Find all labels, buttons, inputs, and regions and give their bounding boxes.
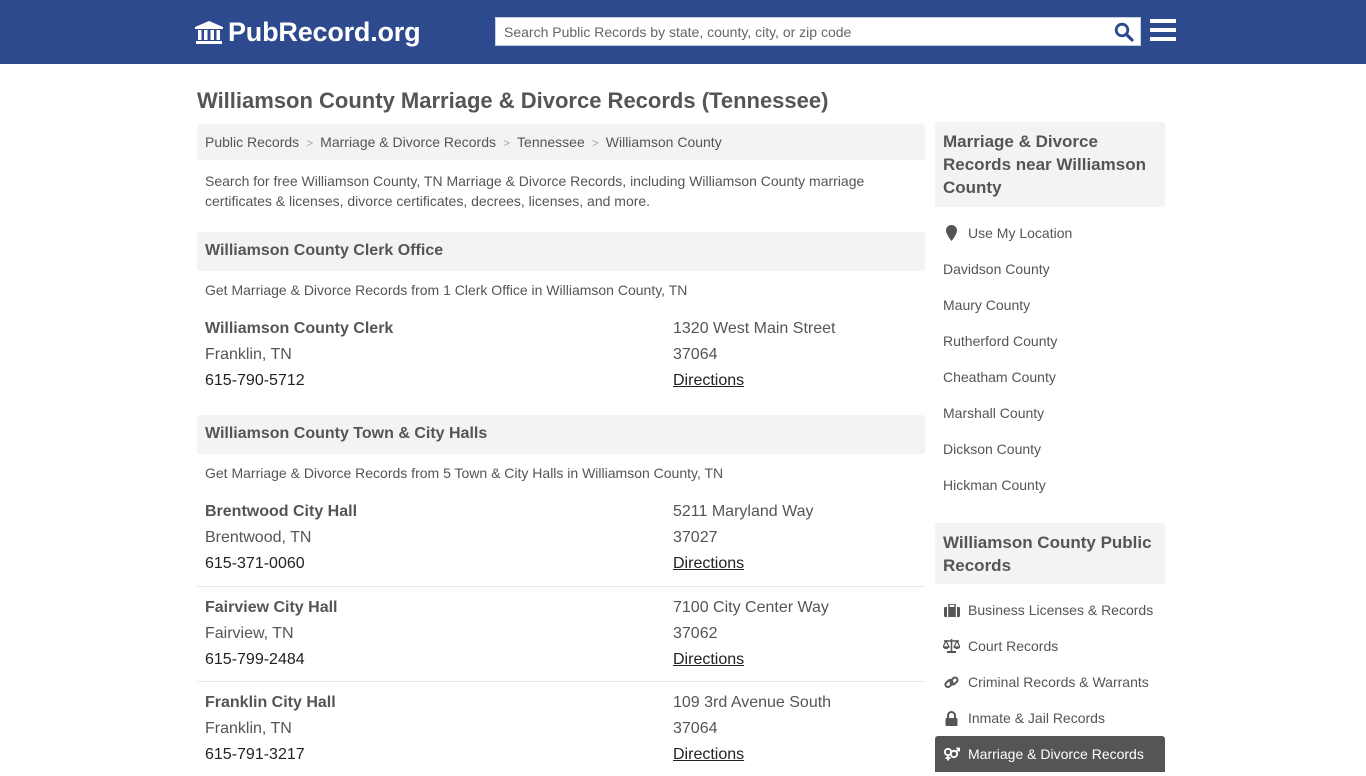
section-subtitle: Get Marriage & Divorce Records from 5 To… bbox=[205, 465, 724, 481]
sidebar-nearby-header: Marriage & Divorce Records near Williams… bbox=[935, 122, 1165, 207]
section-subtitle: Get Marriage & Divorce Records from 1 Cl… bbox=[205, 282, 688, 298]
office-listing: Brentwood City Hall Brentwood, TN 615-37… bbox=[197, 499, 925, 594]
office-address: 109 3rd Avenue South bbox=[673, 694, 832, 711]
breadcrumb-tennessee[interactable]: Tennessee bbox=[517, 134, 585, 150]
section-header-city-halls: Williamson County Town & City Halls bbox=[197, 415, 925, 454]
page-title: Williamson County Marriage & Divorce Rec… bbox=[197, 88, 829, 113]
site-logo[interactable]: PubRecord.org bbox=[195, 17, 421, 48]
search-icon[interactable] bbox=[1114, 22, 1134, 42]
breadcrumb-separator: > bbox=[591, 136, 599, 150]
nearby-county-link[interactable]: Rutherford County bbox=[935, 323, 1165, 359]
office-name: Fairview City Hall bbox=[205, 599, 338, 616]
use-my-location-link[interactable]: Use My Location bbox=[935, 215, 1165, 251]
search-box bbox=[495, 17, 1141, 46]
office-zip: 37064 bbox=[673, 720, 718, 737]
office-listing: Fairview City Hall Fairview, TN 615-799-… bbox=[197, 586, 925, 681]
office-address: 1320 West Main Street bbox=[673, 320, 836, 337]
search-input[interactable] bbox=[496, 18, 1096, 45]
sidebar-item-label: Court Records bbox=[968, 638, 1059, 654]
sidebar-item-criminal-records[interactable]: Criminal Records & Warrants bbox=[935, 664, 1165, 700]
office-city: Brentwood, TN bbox=[205, 529, 312, 546]
nearby-county-link[interactable]: Maury County bbox=[935, 287, 1165, 323]
office-listing: Franklin City Hall Franklin, TN 615-791-… bbox=[197, 681, 925, 776]
intro-text: Search for free Williamson County, TN Ma… bbox=[205, 173, 865, 209]
logo-text: PubRecord.org bbox=[228, 17, 421, 47]
hamburger-menu-icon[interactable] bbox=[1150, 19, 1176, 43]
directions-link[interactable]: Directions bbox=[673, 372, 744, 389]
sidebar-item-business-licenses[interactable]: Business Licenses & Records bbox=[935, 592, 1165, 628]
office-phone[interactable]: 615-790-5712 bbox=[205, 368, 393, 394]
top-navbar: PubRecord.org bbox=[0, 0, 1366, 64]
link-icon bbox=[943, 674, 960, 690]
office-name: Brentwood City Hall bbox=[205, 503, 358, 520]
office-city: Franklin, TN bbox=[205, 346, 292, 363]
lock-icon bbox=[943, 710, 960, 726]
sidebar-item-label: Criminal Records & Warrants bbox=[968, 674, 1149, 690]
gender-icon bbox=[943, 746, 960, 762]
sidebar-item-label: Business Licenses & Records bbox=[968, 602, 1154, 618]
breadcrumb-marriage-divorce[interactable]: Marriage & Divorce Records bbox=[320, 134, 496, 150]
office-address: 7100 City Center Way bbox=[673, 599, 829, 616]
office-zip: 37064 bbox=[673, 346, 718, 363]
directions-link[interactable]: Directions bbox=[673, 651, 744, 668]
nearby-county-link[interactable]: Cheatham County bbox=[935, 359, 1165, 395]
sidebar-item-inmate-records[interactable]: Inmate & Jail Records bbox=[935, 700, 1165, 736]
map-marker-icon bbox=[943, 225, 960, 241]
office-phone[interactable]: 615-371-0060 bbox=[205, 551, 357, 577]
sidebar-item-marriage-divorce[interactable]: Marriage & Divorce Records bbox=[935, 736, 1165, 772]
breadcrumb-separator: > bbox=[503, 136, 511, 150]
office-city: Franklin, TN bbox=[205, 720, 292, 737]
courthouse-icon bbox=[195, 20, 223, 44]
nearby-county-link[interactable]: Marshall County bbox=[935, 395, 1165, 431]
office-name: Williamson County Clerk bbox=[205, 320, 394, 337]
office-zip: 37062 bbox=[673, 625, 718, 642]
breadcrumb-separator: > bbox=[306, 136, 314, 150]
directions-link[interactable]: Directions bbox=[673, 555, 744, 572]
office-city: Fairview, TN bbox=[205, 625, 294, 642]
directions-link[interactable]: Directions bbox=[673, 746, 744, 763]
nearby-county-link[interactable]: Dickson County bbox=[935, 431, 1165, 467]
scales-icon bbox=[943, 638, 960, 654]
sidebar-public-records-header: Williamson County Public Records bbox=[935, 523, 1165, 584]
nearby-county-link[interactable]: Davidson County bbox=[935, 251, 1165, 287]
breadcrumb-williamson-county[interactable]: Williamson County bbox=[606, 134, 722, 150]
breadcrumb: Public Records > Marriage & Divorce Record… bbox=[197, 124, 925, 160]
office-address: 5211 Maryland Way bbox=[673, 503, 814, 520]
office-phone[interactable]: 615-791-3217 bbox=[205, 742, 336, 768]
use-my-location-label: Use My Location bbox=[968, 225, 1073, 241]
nearby-county-link[interactable]: Hickman County bbox=[935, 467, 1165, 503]
briefcase-icon bbox=[943, 602, 960, 618]
office-zip: 37027 bbox=[673, 529, 718, 546]
office-phone[interactable]: 615-799-2484 bbox=[205, 647, 338, 673]
sidebar-item-label: Inmate & Jail Records bbox=[968, 710, 1105, 726]
section-header-clerk-office: Williamson County Clerk Office bbox=[197, 232, 925, 271]
breadcrumb-public-records[interactable]: Public Records bbox=[205, 134, 299, 150]
sidebar-item-court-records[interactable]: Court Records bbox=[935, 628, 1165, 664]
sidebar-item-label: Marriage & Divorce Records bbox=[968, 746, 1144, 762]
office-listing: Williamson County Clerk Franklin, TN 615… bbox=[197, 316, 925, 411]
office-name: Franklin City Hall bbox=[205, 694, 336, 711]
